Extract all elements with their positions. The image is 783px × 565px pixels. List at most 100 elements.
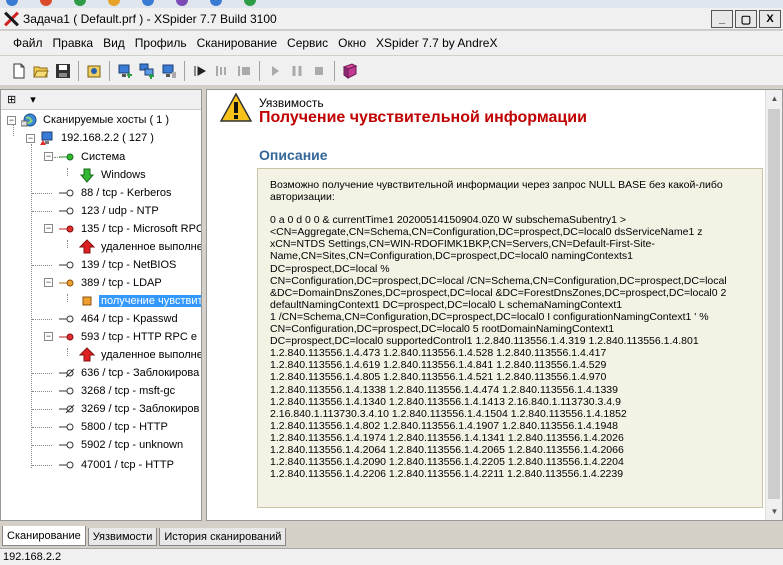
description-line: 1.2.840.113556.1.4.805 1.2.840.113556.1.… bbox=[270, 371, 607, 384]
window-title: Задача1 ( Default.prf ) - XSpider 7.7 Bu… bbox=[23, 11, 277, 26]
menu-view[interactable]: Вид bbox=[98, 36, 130, 50]
menu-about[interactable]: XSpider 7.7 by AndreX bbox=[371, 36, 502, 50]
orange-square-icon bbox=[79, 293, 95, 309]
expand-toggle[interactable]: − bbox=[44, 152, 53, 161]
save-icon[interactable] bbox=[52, 60, 74, 82]
scroll-up-icon[interactable]: ▲ bbox=[766, 90, 783, 107]
stop-icon[interactable] bbox=[308, 60, 330, 82]
minimize-button[interactable]: _ bbox=[711, 10, 733, 28]
description-line: 1.2.840.113556.1.4.1338 1.2.840.113556.1… bbox=[270, 383, 618, 396]
tree-connector bbox=[67, 168, 68, 176]
tree-connector bbox=[32, 445, 52, 446]
maximize-button[interactable]: ▢ bbox=[735, 10, 757, 28]
toolbar-separator bbox=[109, 60, 110, 81]
tree-node-port-3268[interactable]: 3268 / tcp - msft-gc bbox=[59, 383, 177, 399]
description-line: &DC=DomainDnsZones,DC=prospect,DC=local … bbox=[270, 286, 727, 299]
taskbar-app-icon[interactable] bbox=[108, 0, 120, 6]
taskbar-app-icon[interactable] bbox=[40, 0, 52, 6]
tree-node-port-389[interactable]: 389 / tcp - LDAP bbox=[59, 275, 164, 291]
tree-node-port-636[interactable]: 636 / tcp - Заблокирова bbox=[59, 365, 201, 381]
description-line: xCN=NTDS Settings,CN=WIN-RDOFIMK1BKP,CN=… bbox=[270, 238, 655, 251]
toolbar-separator bbox=[78, 60, 79, 81]
tree-node-remote-exec[interactable]: удаленное выполнение bbox=[79, 239, 201, 255]
expand-toggle[interactable]: − bbox=[7, 116, 16, 125]
port-node-red-icon bbox=[59, 221, 75, 237]
taskbar-app-icon[interactable] bbox=[74, 0, 86, 6]
taskbar-app-icon[interactable] bbox=[6, 0, 18, 6]
tree-node-port-3269[interactable]: 3269 / tcp - Заблокиров bbox=[59, 401, 201, 417]
window-controls: _ ▢ X bbox=[711, 10, 781, 28]
tree-node-windows[interactable]: Windows bbox=[79, 167, 148, 183]
tree-node-port-5902[interactable]: 5902 / tcp - unknown bbox=[59, 437, 185, 453]
expand-toggle[interactable]: − bbox=[44, 278, 53, 287]
new-icon[interactable] bbox=[8, 60, 30, 82]
tree-node-info-disclosure[interactable]: получение чувствит bbox=[79, 293, 201, 309]
tree-node-port-135[interactable]: 135 / tcp - Microsoft RPC bbox=[59, 221, 201, 237]
expand-toggle[interactable]: − bbox=[26, 134, 35, 143]
taskbar-app-icon[interactable] bbox=[176, 0, 188, 6]
tree-node-port-464[interactable]: 464 / tcp - Kpasswd bbox=[59, 311, 180, 327]
xspider-app-icon[interactable] bbox=[3, 11, 19, 27]
tree-connector bbox=[32, 319, 52, 320]
start-icon[interactable] bbox=[189, 60, 211, 82]
tab-scanning[interactable]: Сканирование bbox=[2, 526, 86, 546]
detail-pane: Уязвимость Получение чувствительной инфо… bbox=[206, 89, 783, 521]
help-book-icon[interactable] bbox=[339, 60, 361, 82]
vertical-scrollbar[interactable]: ▲ ▼ bbox=[765, 90, 782, 520]
menu-file[interactable]: Файл bbox=[8, 36, 48, 50]
expand-toggle[interactable]: − bbox=[44, 332, 53, 341]
warning-icon bbox=[219, 92, 253, 122]
menu-window[interactable]: Окно bbox=[333, 36, 371, 50]
tree-node-remote-exec-2[interactable]: удаленное выполнение bbox=[79, 347, 201, 363]
blocked-port-icon bbox=[59, 401, 75, 417]
expand-toggle[interactable]: − bbox=[44, 224, 53, 233]
port-node-icon bbox=[59, 185, 75, 201]
close-button[interactable]: X bbox=[759, 10, 781, 28]
tree-host-node[interactable]: 192.168.2.2 ( 127 ) bbox=[39, 130, 156, 146]
menu-scan[interactable]: Сканирование bbox=[192, 36, 282, 50]
tab-scan-history[interactable]: История сканирований bbox=[159, 528, 287, 546]
description-line: 1 /CN=Schema,CN=Configuration,DC=prospec… bbox=[270, 310, 709, 323]
play-icon[interactable] bbox=[264, 60, 286, 82]
tree-root-scanned-hosts[interactable]: Сканируемые хосты ( 1 ) bbox=[21, 112, 171, 128]
tree-node-port-88[interactable]: 88 / tcp - Kerberos bbox=[59, 185, 174, 201]
scroll-thumb[interactable] bbox=[768, 109, 780, 499]
expand-all-icon[interactable]: ⊞ bbox=[7, 93, 16, 106]
stop-all-icon[interactable] bbox=[233, 60, 255, 82]
add-hosts-icon[interactable] bbox=[136, 60, 158, 82]
tree-node-port-593[interactable]: 593 / tcp - HTTP RPC e bbox=[59, 329, 199, 345]
menu-profile[interactable]: Профиль bbox=[130, 36, 192, 50]
pause-icon[interactable] bbox=[286, 60, 308, 82]
tree-node-port-5800[interactable]: 5800 / tcp - HTTP bbox=[59, 419, 170, 435]
tree-node-port-47001[interactable]: 47001 / tcp - HTTP bbox=[59, 457, 176, 473]
port-node-icon bbox=[59, 419, 75, 435]
menu-service[interactable]: Сервис bbox=[282, 36, 333, 50]
profile-icon[interactable] bbox=[83, 60, 105, 82]
description-box: Возможно получение чувствительной информ… bbox=[257, 168, 763, 508]
description-intro: Возможно получение чувствительной информ… bbox=[270, 179, 723, 204]
taskbar-app-icon[interactable] bbox=[210, 0, 222, 6]
up-arrow-red-icon bbox=[79, 347, 95, 363]
menu-edit[interactable]: Правка bbox=[48, 36, 99, 50]
scroll-down-icon[interactable]: ▼ bbox=[766, 503, 783, 520]
open-icon[interactable] bbox=[30, 60, 52, 82]
description-line: defaultNamingContext1 DC=prospect,DC=loc… bbox=[270, 298, 623, 311]
description-line: 1.2.840.113556.1.4.2090 1.2.840.113556.1… bbox=[270, 456, 624, 469]
taskbar-app-icon[interactable] bbox=[142, 0, 154, 6]
tab-vulnerabilities[interactable]: Уязвимости bbox=[87, 528, 158, 546]
green-dot-node-icon bbox=[59, 149, 75, 165]
pause-all-icon[interactable] bbox=[211, 60, 233, 82]
add-host-icon[interactable] bbox=[114, 60, 136, 82]
description-line: <CN=Aggregate,CN=Schema,CN=Configuration… bbox=[270, 226, 703, 239]
tree-node-port-139[interactable]: 139 / tcp - NetBIOS bbox=[59, 257, 178, 273]
tree-dropdown-icon[interactable]: ▾ bbox=[30, 93, 36, 106]
taskbar-app-icon[interactable] bbox=[244, 0, 256, 6]
tree-connector bbox=[67, 348, 68, 356]
tree-connector bbox=[32, 193, 52, 194]
tree-node-port-123[interactable]: 123 / udp - NTP bbox=[59, 203, 161, 219]
description-line: 1.2.840.113556.1.4.2206 1.2.840.113556.1… bbox=[270, 468, 624, 481]
host-settings-icon[interactable] bbox=[158, 60, 180, 82]
network-globe-icon bbox=[21, 112, 37, 128]
port-node-icon bbox=[59, 257, 75, 273]
tree-node-system[interactable]: Система bbox=[59, 149, 127, 165]
